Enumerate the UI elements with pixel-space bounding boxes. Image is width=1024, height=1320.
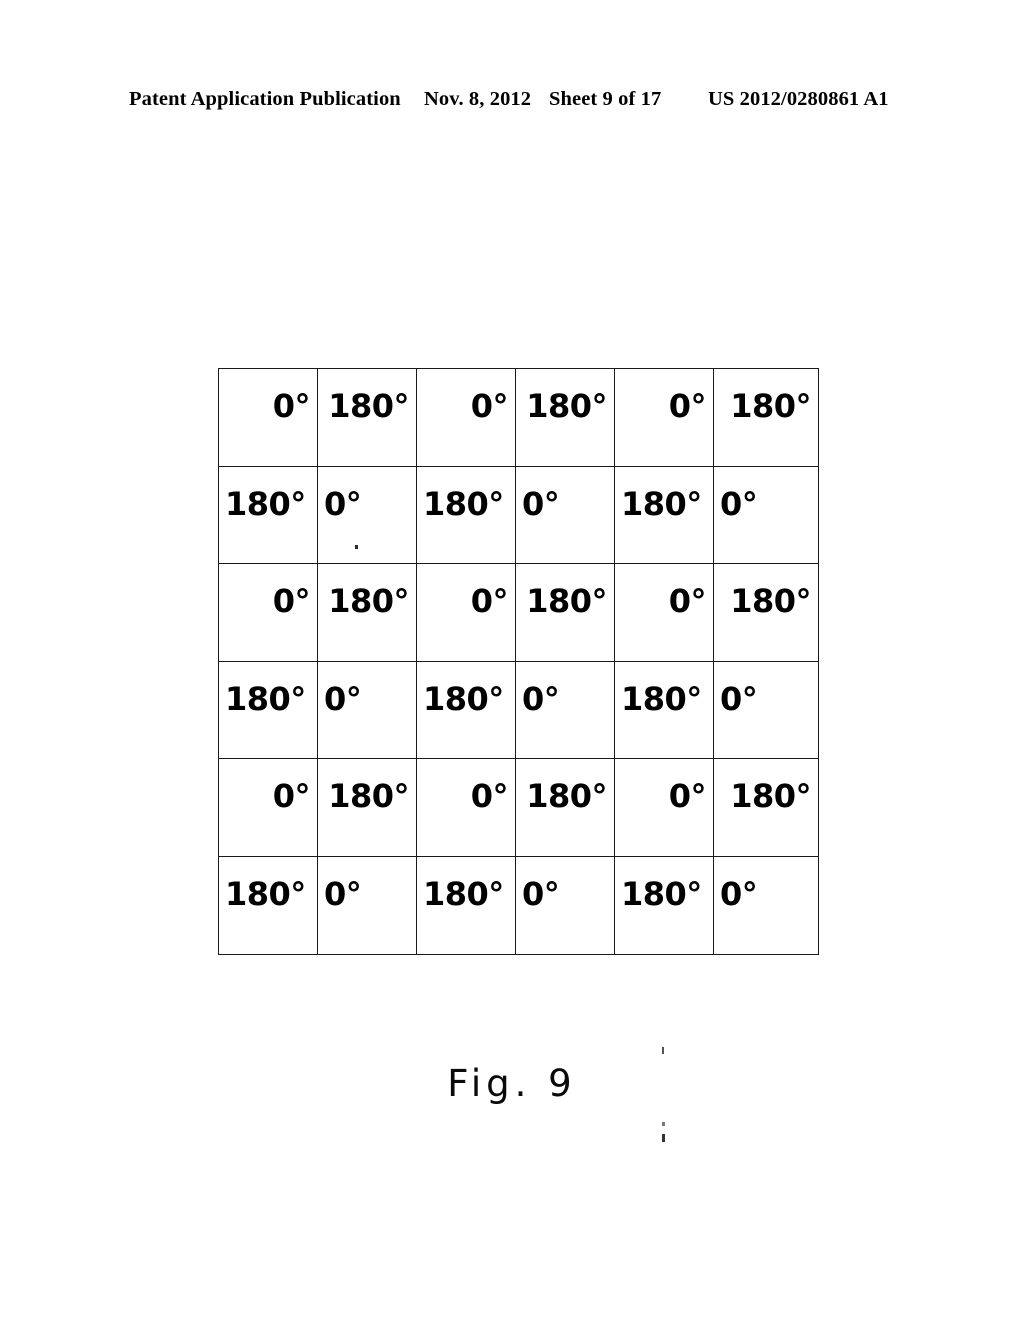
grid-cell: 0° (317, 660, 417, 760)
phase-value: 180° (328, 777, 409, 816)
phase-value: 180° (423, 874, 504, 913)
phase-value: 0° (324, 874, 362, 913)
grid-cell: 180° (218, 660, 318, 760)
phase-value: 0° (720, 484, 758, 523)
grid-cell: 0° (515, 855, 615, 955)
grid-cell: 180° (713, 563, 819, 662)
grid-cell: 180° (317, 758, 417, 857)
phase-value: 180° (621, 484, 702, 523)
phase-value: 180° (423, 484, 504, 523)
phase-value: 180° (526, 582, 607, 621)
grid-cell: 180° (614, 660, 714, 760)
scan-artifact-speck (355, 545, 358, 549)
grid-cell: 0° (713, 465, 819, 565)
phase-value: 0° (470, 582, 509, 621)
phase-value: 0° (668, 582, 707, 621)
grid-cell: 0° (416, 563, 516, 662)
grid-cell: 180° (515, 563, 615, 662)
phase-value: 180° (526, 777, 607, 816)
phase-value: 180° (225, 874, 306, 913)
grid-cell: 180° (416, 855, 516, 955)
phase-value: 180° (225, 484, 306, 523)
phase-value: 180° (423, 679, 504, 718)
phase-value: 180° (730, 777, 811, 816)
grid-cell: 0° (614, 758, 714, 857)
table-row: 180° 0° 180° 0° 180° 0° (218, 855, 819, 955)
phase-grid-body: 0° 180° 0° 180° 0° 180° 180° 0° 180° 0° … (218, 368, 819, 955)
phase-value: 0° (668, 777, 707, 816)
phase-value: 180° (225, 679, 306, 718)
phase-value: 180° (621, 679, 702, 718)
phase-value: 180° (526, 387, 607, 425)
phase-value: 180° (621, 874, 702, 913)
grid-cell: 180° (713, 758, 819, 857)
grid-cell: 180° (317, 563, 417, 662)
grid-cell: 180° (614, 855, 714, 955)
phase-value: 0° (522, 874, 560, 913)
grid-cell: 0° (515, 465, 615, 565)
grid-cell: 0° (614, 368, 714, 467)
figure-caption: Fig. 9 (447, 1062, 577, 1105)
table-row: 0° 180° 0° 180° 0° 180° (218, 368, 819, 467)
phase-value: 0° (470, 387, 509, 425)
grid-cell: 0° (218, 368, 318, 467)
grid-cell: 0° (713, 660, 819, 760)
grid-cell: 0° (614, 563, 714, 662)
grid-cell: 0° (317, 855, 417, 955)
phase-pattern-grid: 0° 180° 0° 180° 0° 180° 180° 0° 180° 0° … (218, 368, 819, 955)
phase-value: 0° (324, 679, 362, 718)
grid-cell: 180° (416, 660, 516, 760)
grid-cell: 0° (515, 660, 615, 760)
phase-value: 0° (720, 874, 758, 913)
grid-cell: 0° (218, 563, 318, 662)
grid-cell: 180° (218, 465, 318, 565)
table-row: 0° 180° 0° 180° 0° 180° (218, 758, 819, 857)
table-row: 180° 0° 180° 0° 180° 0° (218, 660, 819, 760)
phase-value: 180° (328, 387, 409, 425)
figure-9: 0° 180° 0° 180° 0° 180° 180° 0° 180° 0° … (0, 0, 1024, 1320)
phase-value: 0° (324, 484, 362, 523)
table-row: 180° 0° 180° 0° 180° 0° (218, 465, 819, 565)
grid-cell: 0° (317, 465, 417, 565)
grid-cell: 0° (713, 855, 819, 955)
phase-value: 180° (730, 387, 811, 425)
phase-value: 180° (328, 582, 409, 621)
table-row: 0° 180° 0° 180° 0° 180° (218, 563, 819, 662)
grid-cell: 0° (416, 758, 516, 857)
scan-artifact-speck (662, 1134, 665, 1142)
phase-value: 0° (668, 387, 707, 425)
grid-cell: 0° (218, 758, 318, 857)
grid-cell: 180° (713, 368, 819, 467)
grid-cell: 180° (218, 855, 318, 955)
phase-value: 0° (720, 679, 758, 718)
scan-artifact-speck (662, 1047, 664, 1054)
phase-value: 0° (272, 582, 311, 621)
phase-value: 180° (730, 582, 811, 621)
grid-cell: 180° (614, 465, 714, 565)
phase-value: 0° (272, 777, 311, 816)
grid-cell: 180° (416, 465, 516, 565)
grid-cell: 180° (515, 758, 615, 857)
phase-value: 0° (470, 777, 509, 816)
phase-value: 0° (272, 387, 311, 425)
grid-cell: 180° (317, 368, 417, 467)
scan-artifact-speck (662, 1122, 665, 1126)
phase-value: 0° (522, 679, 560, 718)
phase-value: 0° (522, 484, 560, 523)
grid-cell: 180° (515, 368, 615, 467)
grid-cell: 0° (416, 368, 516, 467)
